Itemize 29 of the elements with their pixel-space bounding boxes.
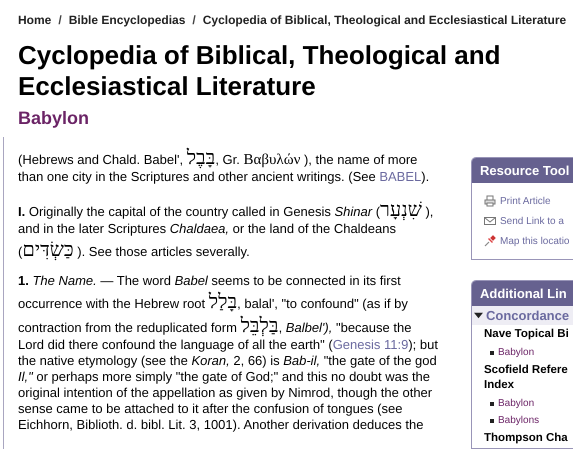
page-title: Cyclopedia of Biblical, Theological and Ecclesiastical Literature — [18, 40, 502, 102]
breadcrumb-link[interactable]: Home — [18, 13, 52, 27]
bullet-icon — [490, 402, 494, 406]
article-link[interactable]: Genesis 11:9 — [332, 337, 408, 352]
breadcrumb-separator: / — [58, 13, 62, 27]
panel-header: Additional Lin — [472, 281, 573, 306]
article-title: Babylon — [18, 108, 90, 129]
breadcrumb-link[interactable]: Cyclopedia of Biblical, Theological and Ecclesiastical Literature — [202, 13, 566, 27]
section-title: Concordance — [486, 308, 570, 323]
group-title: Thompson Cha — [484, 431, 569, 446]
concordance-link[interactable]: Babylon — [498, 347, 534, 358]
group-title: Scofield Refere Index — [484, 363, 569, 393]
breadcrumb-link[interactable]: Bible Encyclopedias — [68, 13, 186, 27]
concordance-link[interactable]: Babylon — [498, 398, 534, 409]
panel-header: Resource Tool — [472, 158, 573, 183]
tool-link[interactable]: Print Article — [500, 196, 551, 206]
group-title: Nave Topical Bi — [484, 327, 570, 342]
bullet-icon — [490, 418, 494, 422]
pin-icon — [484, 235, 496, 247]
concordance-header[interactable]: Concordance — [472, 306, 573, 325]
printer-icon — [484, 195, 496, 207]
bullet-icon — [490, 350, 494, 354]
tool-link[interactable]: Map this locatio — [500, 236, 570, 246]
breadcrumb-separator: / — [192, 13, 196, 27]
collapse-triangle-icon — [474, 311, 483, 320]
envelope-icon — [484, 215, 496, 227]
article-link[interactable]: BABEL — [379, 169, 422, 184]
tool-link[interactable]: Send Link to a — [500, 216, 564, 226]
concordance-link[interactable]: Babylons — [498, 415, 540, 426]
